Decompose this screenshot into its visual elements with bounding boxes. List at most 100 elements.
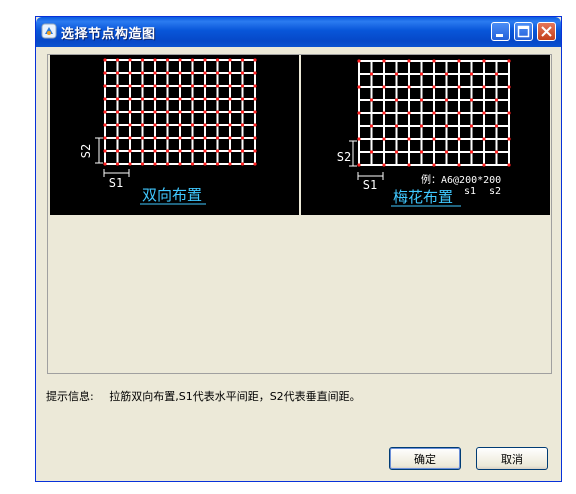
tie-node [494, 150, 499, 154]
staggered-diagram: S2 S1 例：A6@200*200 s1 s2 梅花布置 [337, 59, 511, 207]
tie-node [203, 123, 207, 127]
tie-node [253, 84, 257, 88]
tie-node [165, 71, 170, 75]
tie-node [178, 58, 182, 62]
s2-dimension [95, 137, 103, 164]
tie-node [115, 136, 120, 140]
tie-node [190, 110, 195, 114]
tie-node [382, 163, 386, 167]
tie-node [482, 59, 486, 63]
tie-node [432, 111, 436, 115]
tie-node [407, 59, 411, 63]
tie-node [115, 123, 120, 127]
option-staggered[interactable]: S2 S1 例：A6@200*200 s1 s2 梅花布置 [301, 55, 550, 215]
tie-node [240, 97, 245, 101]
tie-node [140, 84, 145, 88]
tie-node [494, 72, 499, 76]
tie-node [382, 59, 386, 63]
tie-node [140, 97, 145, 101]
tie-node [253, 110, 257, 114]
tie-node [240, 136, 245, 140]
tie-node [190, 123, 195, 127]
tie-node [228, 97, 232, 101]
tie-node [165, 123, 170, 127]
tie-node [128, 162, 132, 166]
tie-node [394, 98, 399, 102]
tie-node [240, 58, 245, 62]
tie-node [494, 98, 499, 102]
tie-node [178, 162, 182, 166]
select-node-dialog: 选择节点构造图 S2 S1 双向布置 S2 S1 例：A6@200*200 s1… [35, 16, 562, 482]
tie-node [153, 97, 157, 101]
tie-node [507, 111, 511, 115]
tie-node [165, 136, 170, 140]
s2-label: S2 [79, 144, 93, 158]
tie-node [115, 110, 120, 114]
tie-node [190, 97, 195, 101]
tie-node [240, 71, 245, 75]
tie-node [215, 136, 220, 140]
tie-node [444, 150, 449, 154]
tie-node [153, 162, 157, 166]
tie-node [190, 162, 195, 166]
tie-node [128, 136, 132, 140]
tie-node [128, 123, 132, 127]
tie-node [228, 149, 232, 153]
tie-node [215, 149, 220, 153]
tie-node [140, 71, 145, 75]
tie-node [153, 58, 157, 62]
tie-node [253, 71, 257, 75]
tie-node [457, 111, 461, 115]
tie-node [369, 72, 374, 76]
tie-node [215, 110, 220, 114]
tie-node [115, 97, 120, 101]
option-label: 梅花布置 [393, 188, 453, 206]
tie-node [203, 58, 207, 62]
tie-node [203, 136, 207, 140]
tie-node [103, 84, 107, 88]
tie-node [115, 149, 120, 153]
tie-node [203, 110, 207, 114]
tie-node [419, 98, 424, 102]
tie-node [203, 162, 207, 166]
option-label: 双向布置 [142, 186, 202, 204]
tie-node [178, 149, 182, 153]
tie-node [140, 149, 145, 153]
tie-node [153, 71, 157, 75]
tie-node [103, 71, 107, 75]
tie-node [215, 97, 220, 101]
tie-node [457, 163, 461, 167]
tie-node [228, 71, 232, 75]
title-bar[interactable]: 选择节点构造图 [36, 17, 561, 47]
tie-node [115, 84, 120, 88]
close-button[interactable] [537, 22, 556, 41]
tie-node [482, 85, 486, 89]
tie-node [153, 149, 157, 153]
minimize-button[interactable] [491, 22, 510, 41]
tie-node [128, 84, 132, 88]
tie-node [203, 71, 207, 75]
tie-node [190, 71, 195, 75]
tie-node [140, 123, 145, 127]
tie-node [228, 123, 232, 127]
tie-node [382, 85, 386, 89]
example-s2: s2 [489, 186, 501, 197]
tie-node [140, 58, 145, 62]
ok-button[interactable]: 确定 [389, 447, 461, 470]
cancel-button[interactable]: 取消 [476, 447, 548, 470]
tie-node [240, 110, 245, 114]
tie-node [394, 72, 399, 76]
maximize-button[interactable] [514, 22, 533, 41]
tie-node [153, 123, 157, 127]
s1-label: S1 [109, 176, 123, 190]
option-bidirectional[interactable]: S2 S1 双向布置 [50, 55, 299, 215]
tie-node [444, 98, 449, 102]
tie-node [407, 85, 411, 89]
tie-node [103, 136, 107, 140]
tie-node [507, 137, 511, 141]
hint-label: 提示信息: [46, 390, 94, 403]
tie-node [369, 150, 374, 154]
tie-node [494, 124, 499, 128]
tie-node [482, 137, 486, 141]
tie-node [203, 84, 207, 88]
